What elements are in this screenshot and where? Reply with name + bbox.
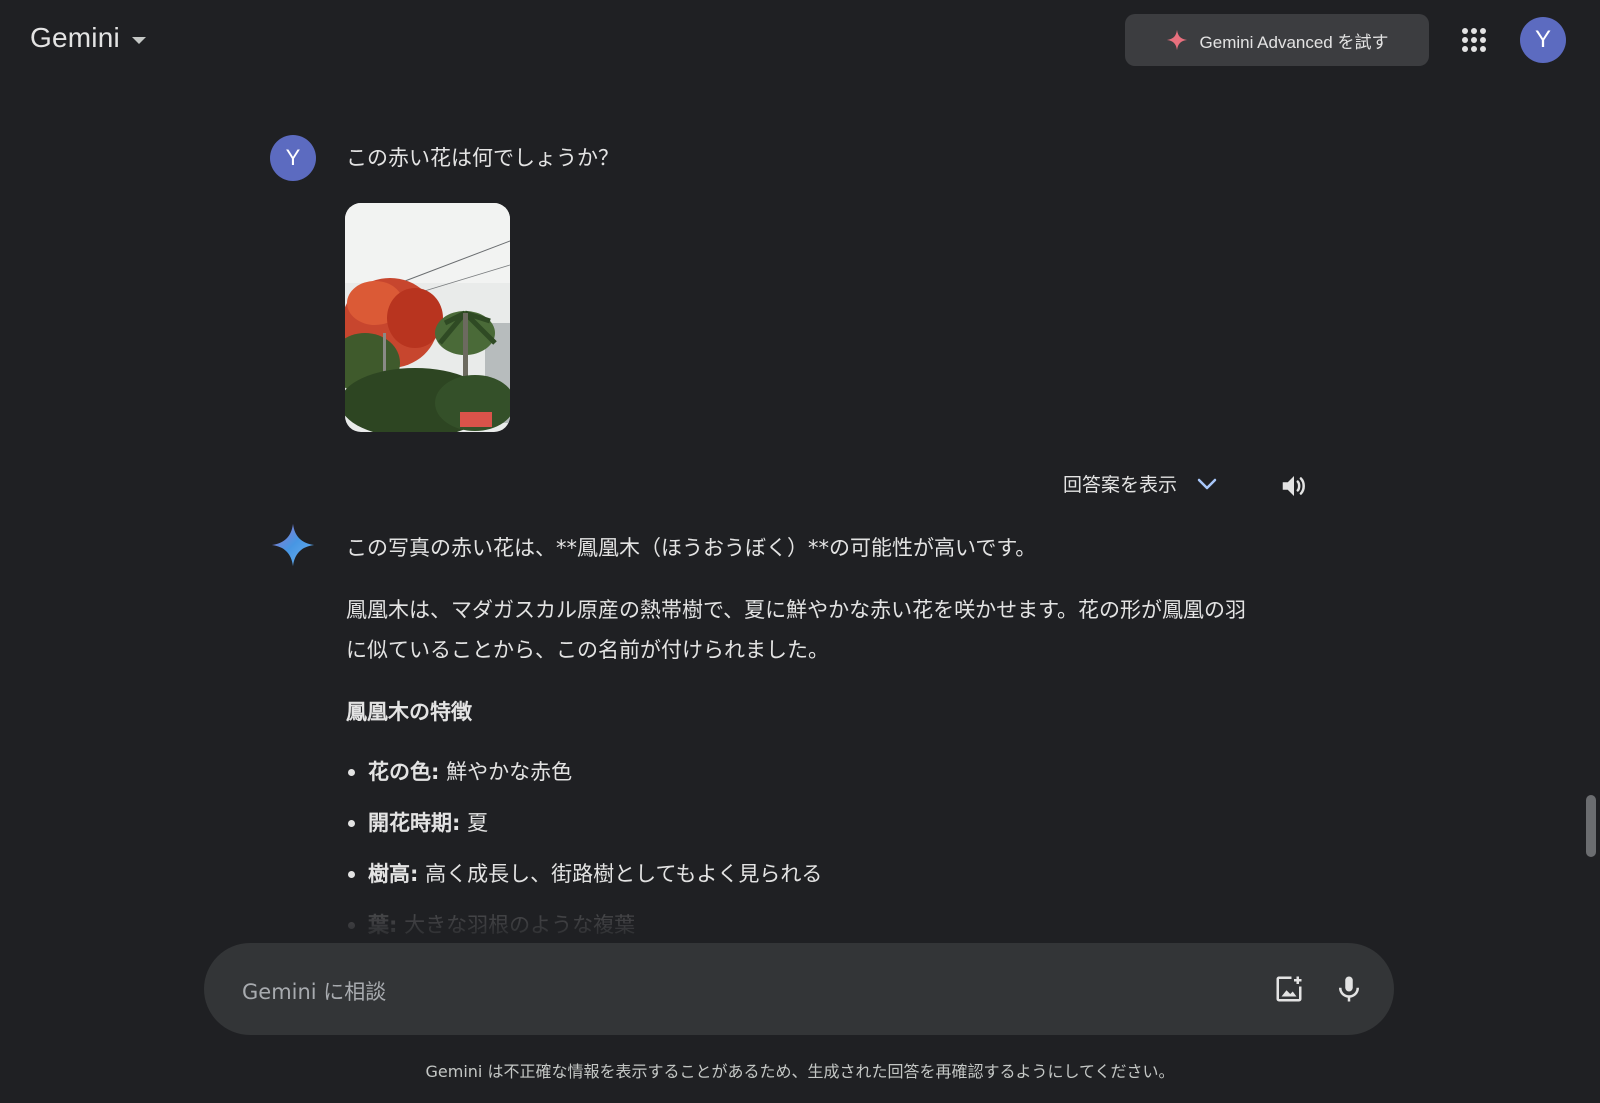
model-selector[interactable]: Gemini xyxy=(30,22,146,54)
list-item: 開花時期: 夏 xyxy=(348,803,1256,843)
read-aloud-button[interactable] xyxy=(1279,471,1309,505)
list-item: 樹高: 高く成長し、街路樹としてもよく見られる xyxy=(348,854,1256,894)
prompt-input-bar[interactable]: Gemini に相談 xyxy=(204,943,1394,1035)
feature-list: 花の色: 鮮やかな赤色 開花時期: 夏 樹高: 高く成長し、街路樹としてもよく見… xyxy=(346,752,1256,945)
logo-text: Gemini xyxy=(30,22,120,53)
show-drafts-button[interactable]: 回答案を表示 xyxy=(1063,470,1219,497)
user-avatar: Y xyxy=(270,135,316,181)
response-paragraph: 鳳凰木は、マダガスカル原産の熱帯樹で、夏に鮮やかな赤い花を咲かせます。花の形が鳳… xyxy=(346,598,1247,662)
gemini-spark-icon xyxy=(270,522,316,572)
list-item: 花の色: 鮮やかな赤色 xyxy=(348,752,1256,792)
red-flower-tree-photo xyxy=(345,203,510,432)
add-image-button[interactable] xyxy=(1274,974,1304,1008)
try-advanced-label: Gemini Advanced を試す xyxy=(1199,32,1389,52)
gemini-app: Gemini Gemini Advanced を試す Y Y この赤い花は何でし… xyxy=(0,0,1600,1103)
list-item: 葉: 大きな羽根のような複葉 xyxy=(348,905,1256,945)
caret-down-icon xyxy=(131,36,146,44)
sparkle-icon xyxy=(1166,29,1187,51)
show-drafts-label: 回答案を表示 xyxy=(1063,474,1178,496)
scrollbar-thumb[interactable] xyxy=(1586,795,1596,857)
microphone-icon xyxy=(1339,976,1359,1002)
apps-grid-icon[interactable] xyxy=(1462,28,1486,52)
response-intro: この写真の赤い花は、**鳳凰木（ほうおうぼく）**の可能性が高いです。 xyxy=(346,536,1037,560)
microphone-button[interactable] xyxy=(1334,973,1364,1009)
user-query-text: この赤い花は何でしょうか？ xyxy=(346,146,619,170)
uploaded-photo[interactable] xyxy=(345,203,510,432)
chevron-down-icon xyxy=(1197,478,1217,489)
speaker-icon xyxy=(1282,476,1305,496)
response-heading: 鳳凰木の特徴 xyxy=(346,700,472,724)
prompt-input[interactable]: Gemini に相談 xyxy=(242,976,386,1006)
gemini-response: この写真の赤い花は、**鳳凰木（ほうおうぼく）**の可能性が高いです。 鳳凰木は… xyxy=(346,528,1256,956)
disclaimer-text: Gemini は不正確な情報を表示することがあるため、生成された回答を再確認する… xyxy=(425,1062,1175,1081)
account-avatar[interactable]: Y xyxy=(1520,17,1566,63)
add-image-icon xyxy=(1276,976,1302,1002)
try-advanced-button[interactable]: Gemini Advanced を試す xyxy=(1125,14,1429,66)
